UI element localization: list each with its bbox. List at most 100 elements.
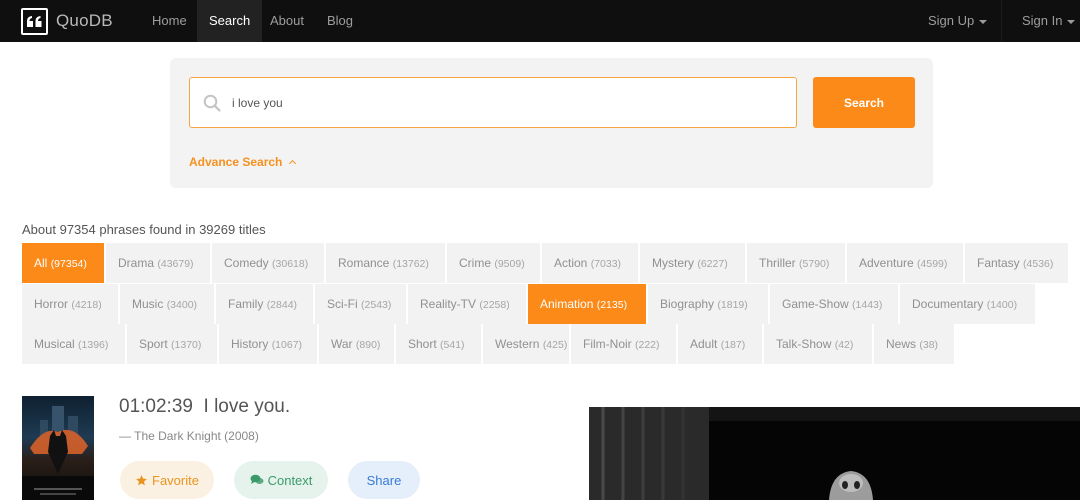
advance-search-toggle[interactable]: Advance Search [189,155,297,169]
genre-label: War [331,337,353,351]
genre-count: (30618) [272,258,309,270]
genre-label: Action [554,256,588,270]
genre-tab-film-noir[interactable]: Film-Noir (222) [571,324,676,364]
genre-tab-short[interactable]: Short (541) [396,324,481,364]
genre-count: (425) [542,339,568,351]
genre-tab-music[interactable]: Music (3400) [120,284,214,324]
genre-label: Reality-TV [420,297,477,311]
quote-time: 01:02:39 [119,396,193,417]
genre-tab-adventure[interactable]: Adventure (4599) [847,243,963,283]
genre-label: Romance [338,256,390,270]
genre-label: Music [132,297,164,311]
genre-label: Horror [34,297,69,311]
caret-down-icon [979,19,988,24]
genre-count: (1400) [986,299,1018,311]
genre-count: (13762) [392,258,429,270]
genre-tab-fantasy[interactable]: Fantasy (4536) [965,243,1068,283]
genre-tab-sport[interactable]: Sport (1370) [127,324,217,364]
genre-tab-crime[interactable]: Crime (9509) [447,243,540,283]
genre-label: Crime [459,256,491,270]
genre-label: Sport [139,337,168,351]
genre-count: (2258) [479,299,510,311]
genre-tab-mystery[interactable]: Mystery (6227) [640,243,745,283]
genre-label: Biography [660,297,715,311]
search-button[interactable]: Search [813,77,915,128]
nav-blog[interactable]: Blog [315,0,365,42]
genre-label: Game-Show [782,297,849,311]
genre-label: Talk-Show [776,337,832,351]
genre-count: (7033) [590,258,622,270]
navbar: QuoDB Home Search About Blog Sign Up Sig… [0,0,1080,42]
genre-count: (9509) [494,258,525,270]
nav-about[interactable]: About [258,0,316,42]
genre-tab-talk-show[interactable]: Talk-Show (42) [764,324,872,364]
movie-title[interactable]: — The Dark Knight (2008) [119,429,259,443]
genre-tab-adult[interactable]: Adult (187) [678,324,762,364]
genre-tab-comedy[interactable]: Comedy (30618) [212,243,324,283]
genre-tab-romance[interactable]: Romance (13762) [326,243,445,283]
genre-count: (5790) [799,258,830,270]
genre-label: Sci-Fi [327,297,358,311]
sign-in-label: Sign In [1022,13,1063,28]
genre-tab-animation[interactable]: Animation (2135) [528,284,646,324]
genre-count: (2543) [361,299,392,311]
caret-down-icon [1067,19,1076,24]
genre-label: Mystery [652,256,694,270]
star-icon [136,474,147,485]
share-button[interactable]: Share [348,461,420,499]
genre-label: Western [495,337,540,351]
genre-label: Film-Noir [583,337,632,351]
search-panel: Search Advance Search [170,58,933,188]
genre-label: Documentary [912,297,984,311]
context-button[interactable]: Context [234,461,328,499]
genre-count: (890) [355,339,381,351]
genre-tab-all[interactable]: All (97354) [22,243,104,283]
sign-in-dropdown[interactable]: Sign In [1022,0,1076,42]
genre-tab-drama[interactable]: Drama (43679) [106,243,210,283]
genre-label: Thriller [759,256,796,270]
context-label: Context [267,472,313,488]
genre-tab-horror[interactable]: Horror (4218) [22,284,118,324]
genre-label: Fantasy [977,256,1020,270]
nav-divider [1001,0,1002,42]
search-icon [203,94,221,112]
genre-tab-news[interactable]: News (38) [874,324,954,364]
genre-tab-reality-tv[interactable]: Reality-TV (2258) [408,284,526,324]
genre-tab-thriller[interactable]: Thriller (5790) [747,243,845,283]
nav-search[interactable]: Search [197,0,263,42]
genre-tab-war[interactable]: War (890) [319,324,394,364]
sign-up-dropdown[interactable]: Sign Up [928,0,988,42]
genre-label: Drama [118,256,155,270]
genre-count: (187) [720,339,746,351]
scene-thumbnail[interactable] [589,407,1080,500]
genre-tab-family[interactable]: Family (2844) [216,284,313,324]
genre-tab-game-show[interactable]: Game-Show (1443) [770,284,898,324]
genre-tab-documentary[interactable]: Documentary (1400) [900,284,1035,324]
genre-row: Horror (4218) Music (3400) Family (2844)… [22,284,1037,324]
favorite-label: Favorite [152,472,199,488]
genre-tab-history[interactable]: History (1067) [219,324,317,364]
genre-tab-sci-fi[interactable]: Sci-Fi (2543) [315,284,406,324]
nav-home[interactable]: Home [140,0,199,42]
genre-tab-musical[interactable]: Musical (1396) [22,324,125,364]
search-input[interactable] [232,78,772,127]
genre-count: (38) [919,339,939,351]
brand-name: QuoDB [56,11,113,30]
genre-count: (1443) [852,299,883,311]
genre-count: (4536) [1023,258,1054,270]
genre-count: (2844) [266,299,298,311]
genre-count: (2135) [596,299,628,311]
search-box[interactable] [189,77,797,128]
brand[interactable]: QuoDB [21,7,113,35]
quote-text: I love you. [203,396,291,417]
genre-count: (6227) [697,258,728,270]
favorite-button[interactable]: Favorite [120,461,214,499]
genre-tab-biography[interactable]: Biography (1819) [648,284,768,324]
poster-art [22,406,94,500]
genre-label: News [886,337,917,351]
genre-tab-action[interactable]: Action (7033) [542,243,638,283]
genre-label: Family [228,297,264,311]
genre-tab-western[interactable]: Western (425) [483,324,569,364]
movie-poster[interactable] [22,396,94,500]
genre-count: (1370) [171,339,202,351]
